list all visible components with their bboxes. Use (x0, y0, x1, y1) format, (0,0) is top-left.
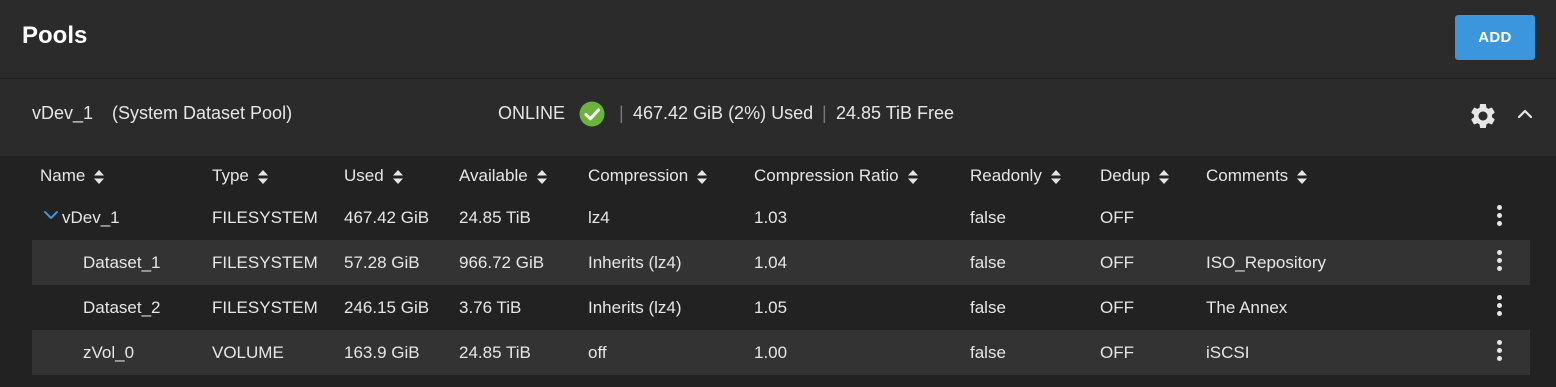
column-header-label: Dedup (1100, 166, 1151, 185)
cell-comments: iSCSI (1206, 343, 1250, 362)
column-header-label: Type (212, 166, 249, 185)
cell-dedup: OFF (1100, 298, 1134, 317)
pool-header: vDev_1 (System Dataset Pool) ONLINE | 46… (0, 79, 1556, 153)
cell-used: 246.15 GiB (344, 298, 430, 317)
sort-icon (697, 169, 708, 184)
more-vert-icon[interactable] (1492, 248, 1508, 274)
separator: | (619, 103, 624, 123)
pool-description: (System Dataset Pool) (112, 103, 293, 123)
cell-compression: Inherits (lz4) (588, 253, 682, 272)
cell-used: 163.9 GiB (344, 343, 420, 362)
column-header-used[interactable]: Used (344, 166, 404, 186)
cell-available: 3.76 TiB (459, 298, 522, 317)
add-pool-button[interactable]: ADD (1455, 15, 1535, 60)
column-header-compression[interactable]: Compression (588, 166, 708, 186)
table-row[interactable]: vDev_1 FILESYSTEM 467.42 GiB 24.85 TiB lz4 1.… (32, 195, 1530, 240)
cell-readonly: false (970, 343, 1006, 362)
sort-icon (1159, 169, 1170, 184)
sort-icon (94, 169, 105, 184)
check-circle-icon (579, 101, 605, 127)
cell-type: FILESYSTEM (212, 253, 318, 272)
cell-name: zVol_0 (83, 343, 135, 362)
gear-icon[interactable] (1468, 101, 1498, 131)
cell-available: 966.72 GiB (459, 253, 545, 272)
pool-card: vDev_1 (System Dataset Pool) ONLINE | 46… (0, 78, 1556, 387)
column-header-type[interactable]: Type (212, 166, 269, 186)
cell-name: Dataset_1 (83, 253, 161, 272)
cell-compression-ratio: 1.03 (754, 208, 788, 227)
more-vert-icon[interactable] (1492, 338, 1508, 364)
sort-icon (1297, 169, 1308, 184)
cell-dedup: OFF (1100, 343, 1134, 362)
cell-readonly: false (970, 253, 1006, 272)
page-title: Pools (22, 22, 88, 49)
pool-free: 24.85 TiB Free (836, 103, 955, 123)
chevron-up-icon[interactable] (1514, 103, 1536, 125)
sort-icon (536, 169, 547, 184)
cell-used: 57.28 GiB (344, 253, 420, 272)
column-header-label: Compression (588, 166, 689, 185)
cell-comments: ISO_Repository (1206, 253, 1326, 272)
more-vert-icon[interactable] (1492, 203, 1508, 229)
table-row[interactable]: zVol_0 VOLUME 163.9 GiB 24.85 TiB off 1.00 fal… (32, 330, 1530, 375)
sort-icon (257, 169, 268, 184)
cell-compression-ratio: 1.00 (754, 343, 788, 362)
column-header-label: Used (344, 166, 384, 185)
cell-compression: Inherits (lz4) (588, 298, 682, 317)
cell-compression-ratio: 1.05 (754, 298, 788, 317)
cell-compression: off (588, 343, 607, 362)
cell-name: vDev_1 (62, 208, 120, 227)
page-header: Pools ADD (0, 0, 1556, 78)
more-vert-icon[interactable] (1492, 293, 1508, 319)
cell-dedup: OFF (1100, 253, 1134, 272)
cell-used: 467.42 GiB (344, 208, 430, 227)
column-header-label: Available (459, 166, 528, 185)
cell-dedup: OFF (1100, 208, 1134, 227)
column-header-comments[interactable]: Comments (1206, 166, 1308, 186)
sort-icon (907, 169, 918, 184)
column-header-compression-ratio[interactable]: Compression Ratio (754, 166, 919, 186)
cell-available: 24.85 TiB (459, 343, 531, 362)
column-header-label: Name (40, 166, 86, 185)
column-header-label: Compression Ratio (754, 166, 899, 185)
sort-icon (1050, 169, 1061, 184)
chevron-down-icon[interactable] (43, 209, 59, 221)
pool-status: ONLINE (498, 103, 566, 123)
cell-type: FILESYSTEM (212, 208, 318, 227)
datasets-table: Name Type Used Available Compression Compress… (0, 156, 1556, 387)
pool-used: 467.42 GiB (2%) Used (633, 103, 814, 123)
separator: | (822, 103, 827, 123)
column-header-available[interactable]: Available (459, 166, 548, 186)
table-row[interactable]: Dataset_2 FILESYSTEM 246.15 GiB 3.76 TiB Inh… (32, 285, 1530, 330)
column-header-name[interactable]: Name (40, 166, 105, 186)
column-header-dedup[interactable]: Dedup (1100, 166, 1170, 186)
cell-compression-ratio: 1.04 (754, 253, 788, 272)
cell-readonly: false (970, 208, 1006, 227)
cell-readonly: false (970, 298, 1006, 317)
cell-name: Dataset_2 (83, 298, 161, 317)
pool-name: vDev_1 (32, 103, 94, 123)
table-row[interactable]: Dataset_1 FILESYSTEM 57.28 GiB 966.72 GiB In… (32, 240, 1530, 285)
cell-available: 24.85 TiB (459, 208, 531, 227)
cell-type: VOLUME (212, 343, 284, 362)
cell-compression: lz4 (588, 208, 610, 227)
sort-icon (392, 169, 403, 184)
column-header-readonly[interactable]: Readonly (970, 166, 1062, 186)
cell-comments: The Annex (1206, 298, 1288, 317)
column-header-label: Readonly (970, 166, 1042, 185)
cell-type: FILESYSTEM (212, 298, 318, 317)
column-header-label: Comments (1206, 166, 1289, 185)
